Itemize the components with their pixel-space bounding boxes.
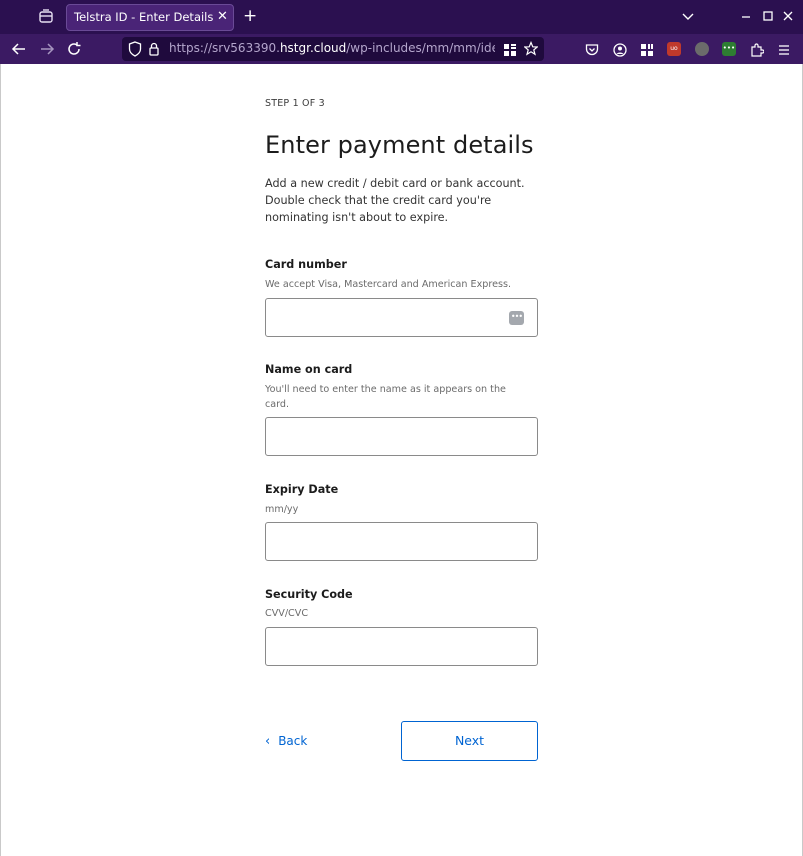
url-path: /wp-includes/mm/mm/identity/	[346, 41, 495, 55]
expiry-date-hint: mm/yy	[265, 504, 299, 515]
tab-bar: Telstra ID - Enter Details ✕ +	[0, 0, 803, 34]
url-prefix: https://srv563390.	[169, 41, 280, 55]
pocket-icon[interactable]	[585, 42, 599, 61]
extensions-grid-icon[interactable]	[640, 42, 654, 61]
shield-icon[interactable]	[128, 41, 142, 61]
name-on-card-field[interactable]	[265, 417, 538, 456]
card-number-hint: We accept Visa, Mastercard and American …	[265, 279, 512, 290]
browser-chrome: Telstra ID - Enter Details ✕ + https://s…	[0, 0, 803, 64]
maximize-icon[interactable]	[762, 7, 774, 31]
extensions-puzzle-icon[interactable]	[750, 42, 765, 61]
security-code-label: Security Code	[265, 588, 353, 601]
reload-icon[interactable]	[64, 39, 84, 59]
ublock-icon[interactable]: uo	[667, 42, 681, 56]
close-tab-icon[interactable]: ✕	[217, 8, 228, 26]
expiry-date-field[interactable]	[265, 522, 538, 561]
extension-dots-icon[interactable]: •••	[722, 42, 736, 56]
card-number-field[interactable]: •••	[265, 298, 538, 337]
card-number-label: Card number	[265, 258, 347, 271]
reader-view-icon[interactable]	[503, 42, 517, 61]
forward-arrow-icon[interactable]	[37, 39, 57, 59]
page-title: Enter payment details	[265, 131, 534, 159]
bookmark-star-icon[interactable]	[523, 40, 539, 61]
back-arrow-icon[interactable]	[9, 39, 29, 59]
url-text[interactable]: https://srv563390.hstgr.cloud/wp-include…	[169, 41, 495, 55]
minimize-icon[interactable]	[740, 7, 752, 31]
navigation-toolbar: https://srv563390.hstgr.cloud/wp-include…	[0, 34, 803, 64]
intro-text: Add a new credit / debit card or bank ac…	[265, 177, 525, 224]
tab-title: Telstra ID - Enter Details	[74, 10, 214, 24]
back-label: Back	[278, 734, 308, 748]
address-bar[interactable]: https://srv563390.hstgr.cloud/wp-include…	[122, 37, 544, 61]
active-tab[interactable]: Telstra ID - Enter Details ✕	[66, 4, 234, 31]
list-all-tabs-icon[interactable]	[682, 7, 694, 31]
new-tab-icon[interactable]: +	[243, 6, 257, 26]
step-indicator: STEP 1 OF 3	[265, 98, 325, 109]
next-button[interactable]: Next	[401, 721, 538, 761]
tab-list-icon[interactable]	[36, 8, 56, 26]
expiry-date-label: Expiry Date	[265, 483, 339, 496]
url-domain: hstgr.cloud	[279, 41, 347, 55]
chevron-left-icon: ‹	[265, 734, 271, 749]
account-icon[interactable]	[613, 42, 627, 61]
lock-icon[interactable]	[148, 41, 160, 61]
name-on-card-label: Name on card	[265, 363, 353, 376]
extension-circle-icon[interactable]	[695, 42, 709, 56]
security-code-field[interactable]	[265, 627, 538, 666]
close-window-icon[interactable]	[782, 7, 794, 31]
security-code-hint: CVV/CVC	[265, 608, 309, 619]
name-on-card-hint: You'll need to enter the name as it appe…	[265, 384, 506, 410]
back-link[interactable]: ‹ Back	[265, 734, 307, 749]
menu-hamburger-icon[interactable]	[777, 42, 791, 61]
credit-card-icon: •••	[509, 311, 524, 325]
